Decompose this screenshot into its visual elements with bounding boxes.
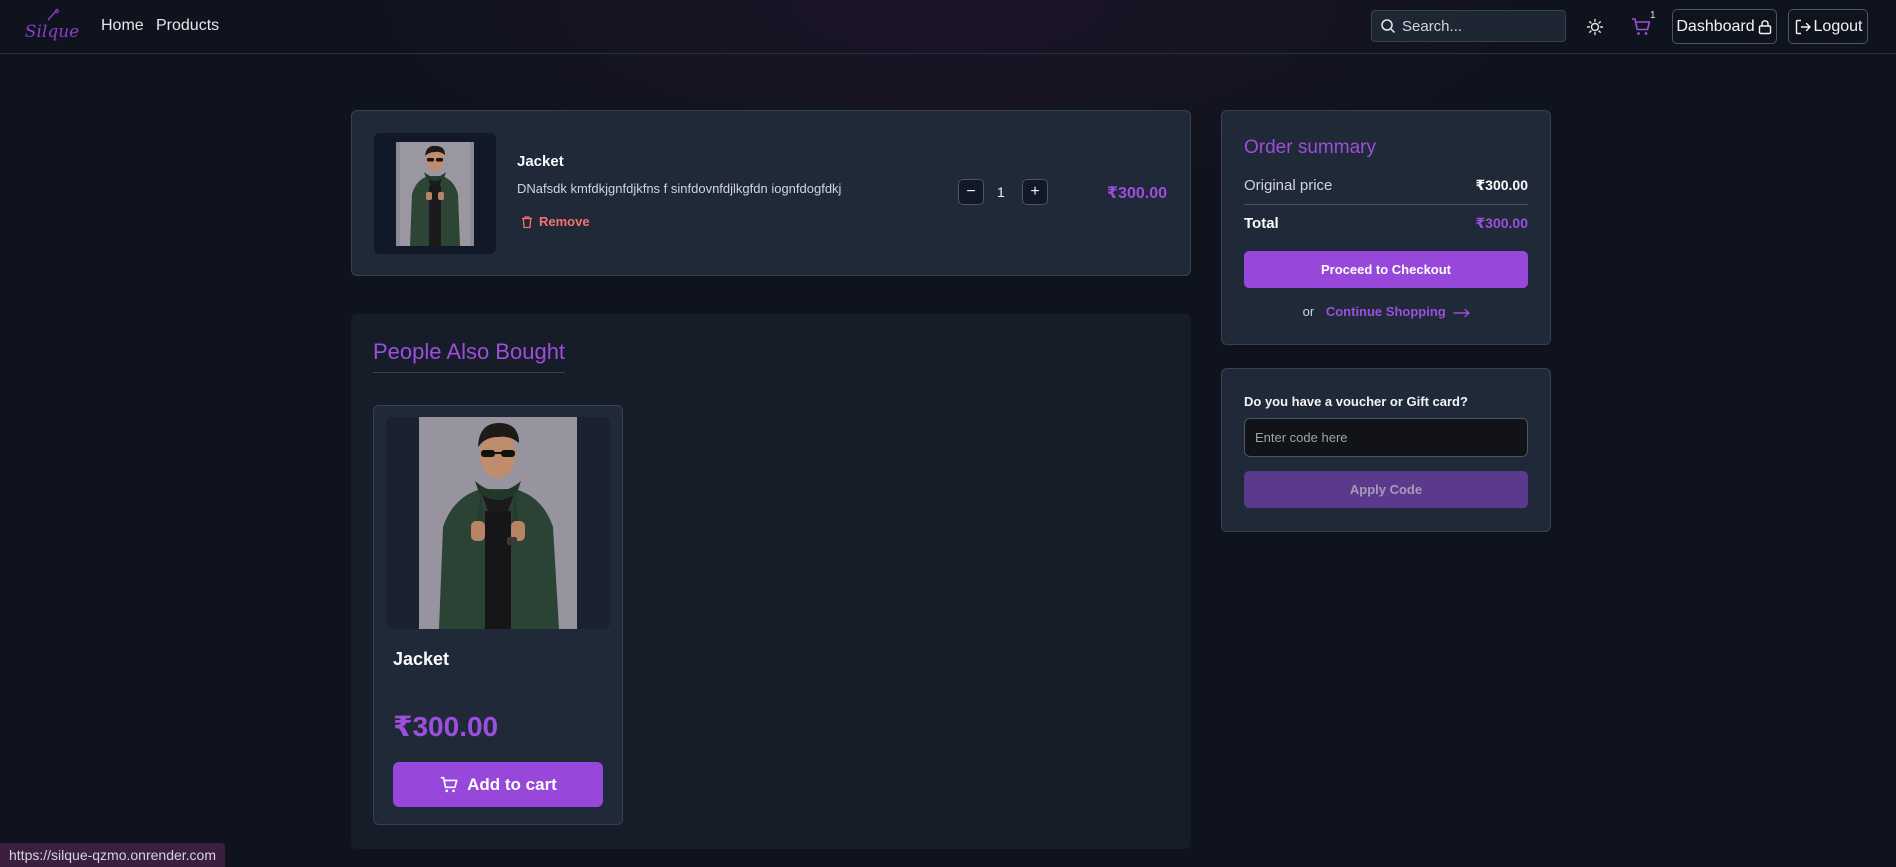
logout-label: Logout <box>1813 17 1863 35</box>
apply-code-button[interactable]: Apply Code <box>1244 471 1528 508</box>
cart-count-badge: 1 <box>1650 10 1656 21</box>
cart-icon <box>1632 18 1651 35</box>
logout-button[interactable]: Logout <box>1788 9 1868 44</box>
quantity-value: 1 <box>997 184 1005 200</box>
product-card: Jacket ₹300.00 Add to cart <box>373 405 623 825</box>
order-summary-title: Order summary <box>1244 137 1376 158</box>
voucher-label: Do you have a voucher or Gift card? <box>1244 394 1468 409</box>
search-box[interactable] <box>1371 10 1566 42</box>
original-price-value: ₹300.00 <box>1475 177 1528 193</box>
summary-divider <box>1244 204 1528 205</box>
total-value: ₹300.00 <box>1475 215 1528 231</box>
nav-link-products[interactable]: Products <box>156 17 219 35</box>
dashboard-button[interactable]: Dashboard <box>1672 9 1777 44</box>
arrow-right-icon <box>1453 308 1471 317</box>
product-image[interactable] <box>386 417 610 629</box>
logo[interactable]: Silque <box>25 6 79 46</box>
remove-button[interactable]: Remove <box>520 214 590 229</box>
jacket-model-image <box>396 141 474 246</box>
add-to-cart-label: Add to cart <box>467 774 557 794</box>
quantity-decrease-button[interactable]: − <box>958 179 984 205</box>
product-price: ₹300.00 <box>393 711 499 742</box>
plus-icon: + <box>1030 183 1040 200</box>
sun-icon <box>1586 18 1604 36</box>
nav-link-home[interactable]: Home <box>101 17 144 35</box>
quantity-increase-button[interactable]: + <box>1022 179 1048 205</box>
jacket-model-image <box>419 417 577 629</box>
people-also-bought-title: People Also Bought <box>373 339 566 373</box>
remove-label: Remove <box>539 214 590 229</box>
cart-item-price: ₹300.00 <box>1106 185 1167 202</box>
cart-item-description: DNafsdk kmfdkjgnfdjkfns f sinfdovnfdjlkg… <box>517 181 842 196</box>
original-price-row: Original price ₹300.00 <box>1244 177 1528 194</box>
original-price-label: Original price <box>1244 177 1333 194</box>
cart-item-title: Jacket <box>517 153 564 170</box>
continue-shopping-row: or Continue Shopping <box>1222 304 1552 319</box>
lock-icon <box>1758 19 1771 34</box>
search-input[interactable] <box>1402 17 1552 35</box>
total-row: Total ₹300.00 <box>1244 215 1528 232</box>
cart-icon <box>440 776 458 792</box>
voucher-card: Do you have a voucher or Gift card? Appl… <box>1221 368 1551 532</box>
search-icon <box>1381 19 1396 34</box>
voucher-code-input[interactable] <box>1244 418 1528 457</box>
theme-toggle-button[interactable] <box>1584 16 1606 38</box>
or-text: or <box>1302 304 1315 319</box>
order-summary: Order summary Original price ₹300.00 Tot… <box>1221 110 1551 345</box>
logo-text: Silque <box>24 22 80 42</box>
needle-icon <box>47 8 60 21</box>
cart-item: Jacket DNafsdk kmfdkjgnfdjkfns f sinfdov… <box>351 110 1191 276</box>
status-bar-url: https://silque-qzmo.onrender.com <box>0 843 225 867</box>
total-label: Total <box>1244 215 1279 232</box>
trash-icon <box>522 215 532 228</box>
product-name: Jacket <box>393 649 450 669</box>
minus-icon: − <box>966 183 976 200</box>
cart-item-image[interactable] <box>374 133 496 254</box>
dashboard-label: Dashboard <box>1676 17 1755 35</box>
people-also-bought-section: People Also Bought Jacket ₹300.00 Add to… <box>351 314 1191 849</box>
add-to-cart-button[interactable]: Add to cart <box>393 762 603 807</box>
checkout-button[interactable]: Proceed to Checkout <box>1244 251 1528 288</box>
continue-shopping-label: Continue Shopping <box>1325 304 1446 319</box>
logout-icon <box>1795 19 1811 34</box>
navbar: Silque Home Products 1 Dashboard <box>0 0 1896 54</box>
continue-shopping-link[interactable]: Continue Shopping <box>1326 304 1472 319</box>
